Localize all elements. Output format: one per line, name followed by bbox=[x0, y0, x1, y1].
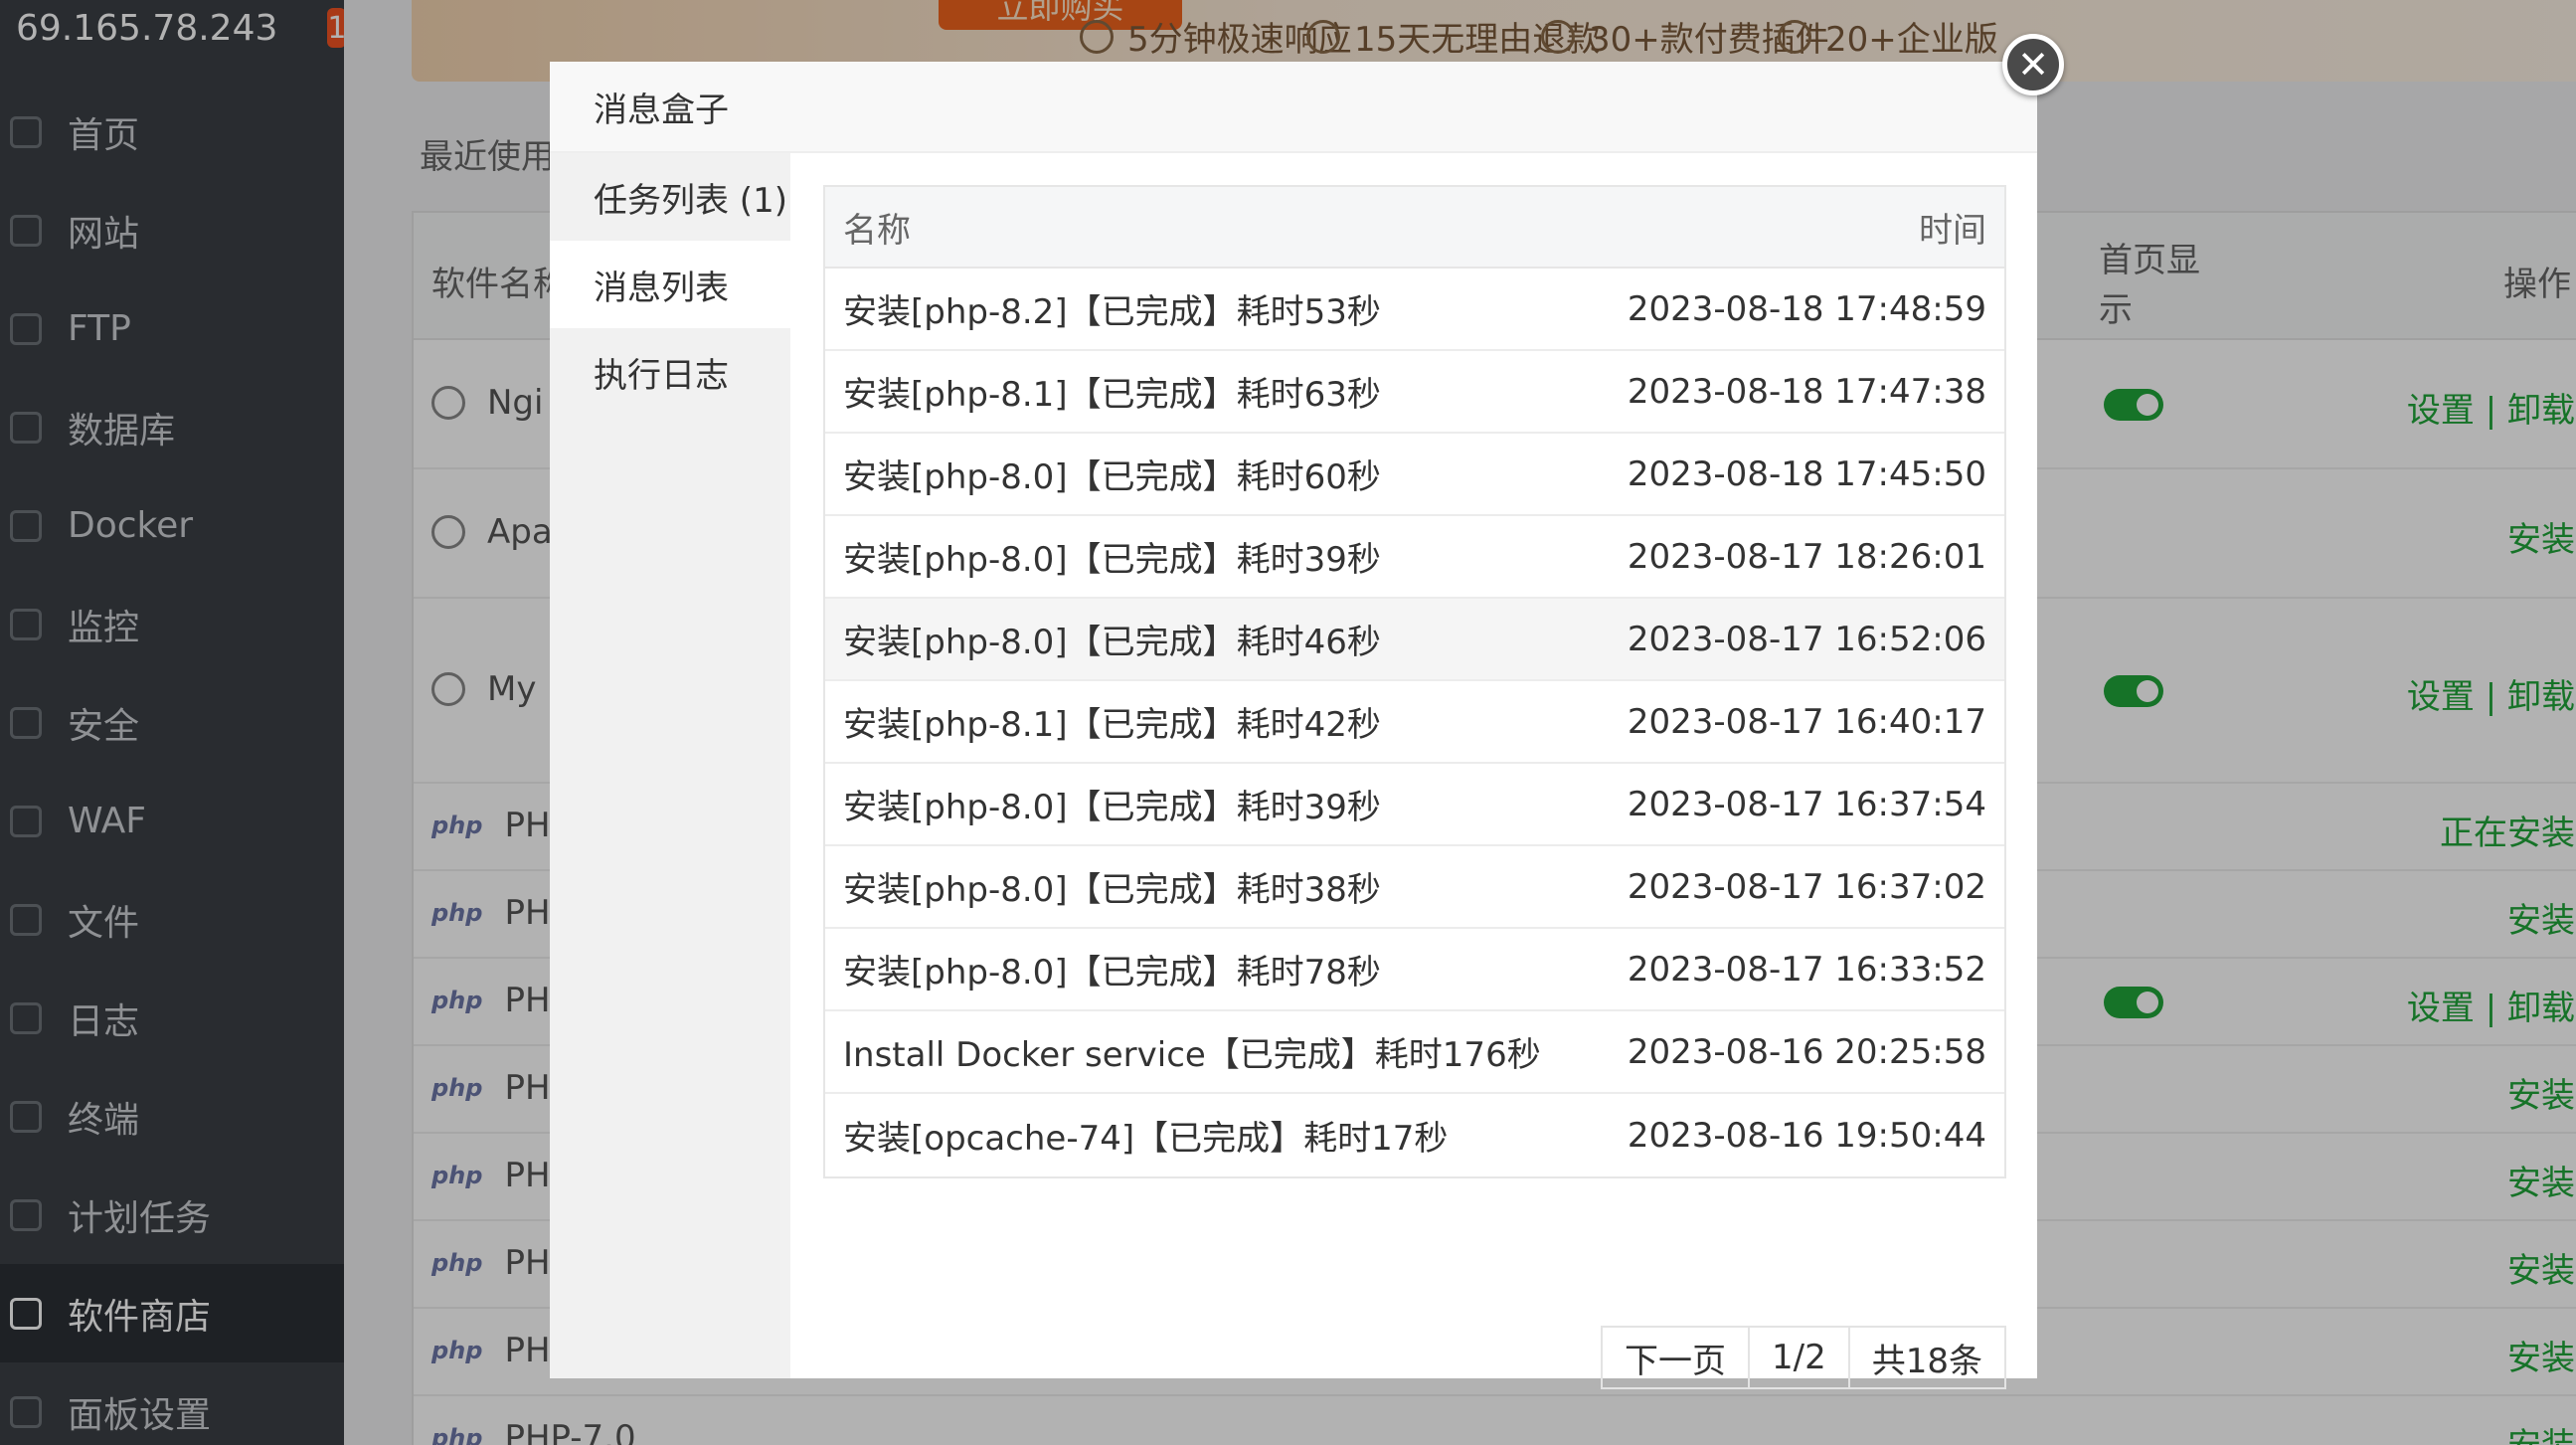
total-count: 共18条 bbox=[1847, 1328, 2004, 1387]
col-time: 时间 bbox=[1919, 210, 1986, 251]
message-row[interactable]: 安装[php-8.2]【已完成】耗时53秒 2023-08-18 17:48:59 bbox=[825, 269, 2004, 351]
message-time: 2023-08-16 20:25:58 bbox=[1627, 1031, 1986, 1072]
tab-message-list[interactable]: 消息列表 bbox=[550, 241, 790, 328]
message-row[interactable]: 安装[php-8.0]【已完成】耗时38秒 2023-08-17 16:37:02 bbox=[825, 846, 2004, 929]
next-page-button[interactable]: 下一页 bbox=[1603, 1328, 1748, 1387]
tab-task-list[interactable]: 任务列表 (1) bbox=[550, 153, 790, 241]
message-list-panel: 名称 时间 安装[php-8.2]【已完成】耗时53秒 2023-08-18 17… bbox=[823, 185, 2006, 1389]
message-time: 2023-08-17 16:37:54 bbox=[1627, 784, 1986, 824]
message-time: 2023-08-18 17:48:59 bbox=[1627, 288, 1986, 329]
message-row[interactable]: 安装[php-8.0]【已完成】耗时78秒 2023-08-17 16:33:52 bbox=[825, 929, 2004, 1011]
message-name: 安装[php-8.0]【已完成】耗时46秒 bbox=[843, 623, 1381, 662]
message-table-header: 名称 时间 bbox=[825, 187, 2004, 269]
message-name: 安装[php-8.1]【已完成】耗时42秒 bbox=[843, 705, 1381, 745]
message-name: Install Docker service【已完成】耗时176秒 bbox=[843, 1035, 1541, 1075]
message-row[interactable]: 安装[php-8.0]【已完成】耗时46秒 2023-08-17 16:52:06 bbox=[825, 599, 2004, 681]
message-name: 安装[opcache-74]【已完成】耗时17秒 bbox=[843, 1119, 1449, 1159]
message-time: 2023-08-17 18:26:01 bbox=[1627, 536, 1986, 577]
message-name: 安装[php-8.1]【已完成】耗时63秒 bbox=[843, 375, 1381, 415]
message-name: 安装[php-8.0]【已完成】耗时38秒 bbox=[843, 870, 1381, 910]
pagination: 下一页 1/2 共18条 bbox=[1601, 1326, 2006, 1389]
message-name: 安装[php-8.0]【已完成】耗时60秒 bbox=[843, 457, 1381, 497]
message-table: 名称 时间 安装[php-8.2]【已完成】耗时53秒 2023-08-18 17… bbox=[823, 185, 2006, 1178]
message-time: 2023-08-17 16:40:17 bbox=[1627, 701, 1986, 742]
message-time: 2023-08-17 16:52:06 bbox=[1627, 619, 1986, 659]
message-row[interactable]: 安装[php-8.1]【已完成】耗时42秒 2023-08-17 16:40:17 bbox=[825, 681, 2004, 764]
message-name: 安装[php-8.0]【已完成】耗时39秒 bbox=[843, 788, 1381, 827]
message-time: 2023-08-17 16:37:02 bbox=[1627, 866, 1986, 907]
dialog-body: 任务列表 (1) 消息列表 执行日志 名称 时间 安装[php-8.2]【已完成】耗… bbox=[550, 153, 2037, 1389]
message-time: 2023-08-16 19:50:44 bbox=[1627, 1115, 1986, 1156]
message-name: 安装[php-8.0]【已完成】耗时39秒 bbox=[843, 540, 1381, 580]
tab-execution-log[interactable]: 执行日志 bbox=[550, 328, 790, 416]
message-time: 2023-08-17 16:33:52 bbox=[1627, 949, 1986, 990]
close-icon[interactable]: ✕ bbox=[2002, 34, 2064, 95]
col-name: 名称 bbox=[843, 210, 911, 251]
message-row[interactable]: 安装[php-8.0]【已完成】耗时60秒 2023-08-18 17:45:50 bbox=[825, 434, 2004, 516]
message-name: 安装[php-8.2]【已完成】耗时53秒 bbox=[843, 292, 1381, 332]
message-time: 2023-08-18 17:47:38 bbox=[1627, 371, 1986, 412]
message-row[interactable]: 安装[php-8.0]【已完成】耗时39秒 2023-08-17 18:26:01 bbox=[825, 516, 2004, 599]
message-row[interactable]: 安装[opcache-74]【已完成】耗时17秒 2023-08-16 19:50… bbox=[825, 1094, 2004, 1176]
message-row[interactable]: Install Docker service【已完成】耗时176秒 2023-08… bbox=[825, 1011, 2004, 1094]
page-indicator: 1/2 bbox=[1748, 1328, 1848, 1387]
message-box-dialog: 消息盒子 任务列表 (1) 消息列表 执行日志 名称 时间 安装[php-8.2]【… bbox=[550, 62, 2037, 1389]
message-name: 安装[php-8.0]【已完成】耗时78秒 bbox=[843, 953, 1381, 993]
message-row[interactable]: 安装[php-8.0]【已完成】耗时39秒 2023-08-17 16:37:54 bbox=[825, 764, 2004, 846]
dialog-tabs: 任务列表 (1) 消息列表 执行日志 bbox=[550, 153, 790, 1378]
message-row[interactable]: 安装[php-8.1]【已完成】耗时63秒 2023-08-18 17:47:38 bbox=[825, 351, 2004, 434]
dialog-title: 消息盒子 bbox=[550, 62, 2037, 153]
message-time: 2023-08-18 17:45:50 bbox=[1627, 453, 1986, 494]
